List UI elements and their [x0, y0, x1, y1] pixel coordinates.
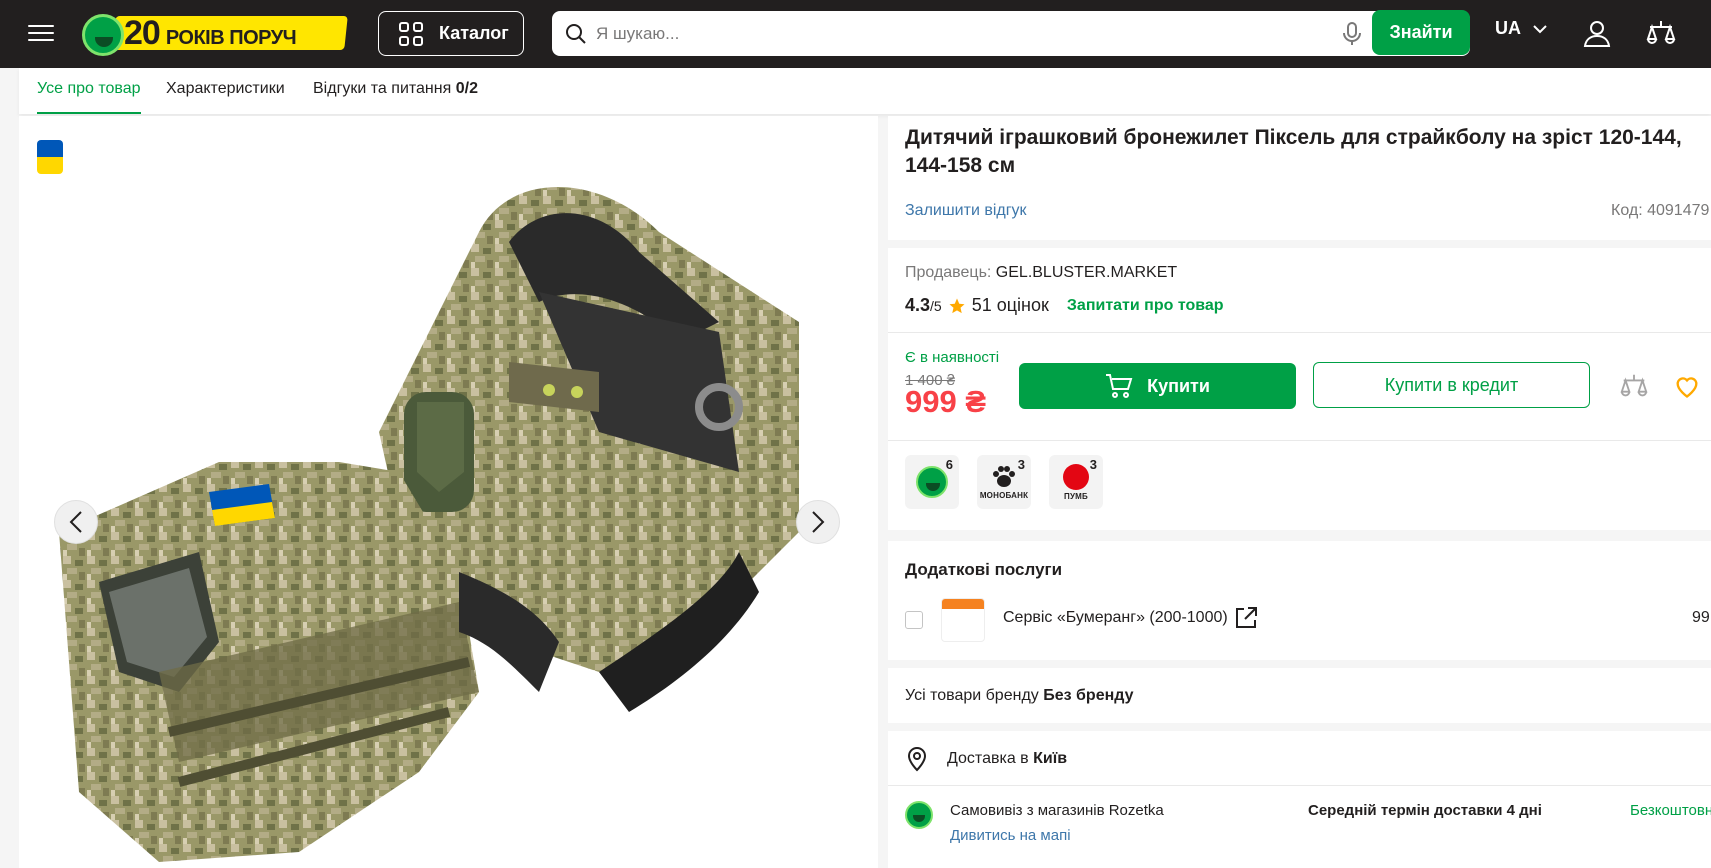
search-icon [566, 24, 586, 44]
divider [888, 332, 1711, 333]
ask-about-product-link[interactable]: Запитати про товар [1067, 297, 1224, 315]
divider [888, 785, 1711, 786]
external-link-icon[interactable] [1233, 605, 1259, 631]
seller-name[interactable]: GEL.BLUSTER.MARKET [996, 264, 1177, 281]
catalog-label: Каталог [439, 23, 509, 43]
heart-icon[interactable] [1673, 372, 1701, 400]
logo-word: РОКІВ ПОРУЧ [165, 27, 297, 49]
brand-panel: Усі товари бренду Без бренду [888, 668, 1711, 723]
product-code-label: Код: [1611, 202, 1643, 219]
chevron-left-icon [69, 511, 82, 533]
delivery-method: Самовивіз з магазинів Rozetka [950, 802, 1164, 819]
delivery-cost: Безкоштовно [1630, 802, 1711, 819]
rozetka-smile-icon [905, 801, 933, 829]
installment-count: 3 [1017, 457, 1025, 472]
chevron-down-icon [1533, 24, 1547, 33]
rating-value: 4.3 [905, 295, 931, 315]
service-price: 99 [1692, 609, 1710, 626]
tab-characteristics[interactable]: Характеристики [166, 80, 285, 98]
additional-services-panel: Додаткові послуги Сервіс «Бумеранг» (200… [888, 541, 1711, 660]
tab-all-about-product[interactable]: Усе про товар [37, 80, 141, 114]
language-selector[interactable]: UA [1495, 18, 1547, 39]
search-bar [552, 11, 1470, 56]
star-icon [949, 298, 965, 313]
product-code-value: 4091479 [1647, 202, 1710, 219]
leave-review-link[interactable]: Залишити відгук [905, 202, 1027, 220]
product-title-panel: Дитячий іграшковий бронежилет Піксель дл… [888, 116, 1711, 240]
cart-icon [1106, 374, 1133, 398]
installment-caption: МОНОБАНК [979, 490, 1029, 500]
ukraine-flag-icon [37, 140, 63, 174]
services-title: Додаткові послуги [905, 560, 1063, 579]
buy-on-credit-button[interactable]: Купити в кредит [1313, 362, 1590, 408]
product-code: Код: 4091479 [1611, 202, 1709, 220]
microphone-icon[interactable] [1340, 21, 1364, 47]
compare-scales-icon[interactable] [1619, 371, 1649, 401]
installment-pumb[interactable]: 3 ПУМБ [1049, 455, 1103, 509]
brand-info: Усі товари бренду Без бренду [905, 687, 1134, 705]
language-label: UA [1495, 18, 1521, 38]
rozetka-smile-icon [82, 14, 124, 56]
find-button[interactable]: Знайти [1372, 10, 1470, 55]
service-checkbox[interactable] [905, 611, 923, 629]
pumb-logo-icon [1063, 463, 1089, 490]
installment-monobank[interactable]: 3 МОНОБАНК [977, 455, 1031, 509]
buy-label: Купити [1147, 375, 1210, 396]
product-image[interactable] [39, 172, 869, 868]
product-title: Дитячий іграшковий бронежилет Піксель дл… [905, 126, 1682, 177]
user-icon[interactable] [1582, 18, 1612, 48]
location-pin-icon [907, 747, 927, 772]
rating-count[interactable]: 51 оцінок [972, 295, 1049, 316]
delivery-prefix: Доставка в [947, 750, 1029, 767]
product-gallery [19, 116, 878, 868]
compare-scales-icon[interactable] [1645, 17, 1677, 49]
delivery-panel: Доставка в Київ Самовивіз з магазинів Ro… [888, 731, 1711, 868]
service-image [941, 598, 985, 642]
installment-caption: ПУМБ [1064, 491, 1088, 501]
seller-label: Продавець: [905, 264, 992, 281]
divider [888, 440, 1711, 441]
catalog-button[interactable]: Каталог [378, 11, 524, 56]
header: 20 РОКІВ ПОРУЧ Каталог Знайти UA [0, 0, 1711, 68]
buy-button[interactable]: Купити [1019, 363, 1296, 409]
gallery-next-button[interactable] [796, 500, 840, 544]
installment-count: 6 [945, 457, 953, 472]
product-tabs: Усе про товар Характеристики Відгуки та … [19, 68, 1711, 114]
tab-reviews-label: Відгуки та питання [313, 80, 452, 97]
menu-icon[interactable] [28, 20, 56, 46]
tab-reviews-count: 0/2 [455, 80, 478, 97]
brand-prefix: Усі товари бренду [905, 687, 1039, 704]
paw-icon [993, 465, 1015, 487]
search-input[interactable] [596, 17, 1376, 50]
installment-count: 3 [1089, 457, 1097, 472]
seller-info: Продавець: GEL.BLUSTER.MARKET [905, 264, 1177, 282]
logo-text: 20 РОКІВ ПОРУЧ [124, 14, 297, 52]
rating: 4.3/5 51 оцінок Запитати про товар [905, 295, 1224, 316]
chevron-right-icon [812, 511, 825, 533]
installment-rozetka[interactable]: 6 [905, 455, 959, 509]
rozetka-smile-icon [916, 466, 948, 498]
availability-status: Є в наявності [905, 349, 1000, 366]
delivery-city: Доставка в Київ [947, 750, 1067, 768]
delivery-term: Середній термін доставки 4 дні [1308, 802, 1542, 819]
tab-reviews[interactable]: Відгуки та питання 0/2 [313, 80, 478, 98]
buy-panel: Продавець: GEL.BLUSTER.MARKET 4.3/5 51 о… [888, 248, 1711, 530]
logo-number: 20 [124, 14, 161, 52]
gallery-prev-button[interactable] [54, 500, 98, 544]
brand-link[interactable]: Без бренду [1043, 687, 1133, 704]
grid-icon [399, 21, 423, 46]
rozetka-logo[interactable]: 20 РОКІВ ПОРУЧ [80, 12, 350, 56]
delivery-city-link[interactable]: Київ [1033, 750, 1067, 767]
rating-max: /5 [930, 298, 942, 314]
service-name: Сервіс «Бумеранг» (200-1000) [1003, 609, 1228, 626]
view-on-map-link[interactable]: Дивитись на мапі [950, 827, 1071, 844]
current-price: 999 ₴ [905, 384, 987, 419]
